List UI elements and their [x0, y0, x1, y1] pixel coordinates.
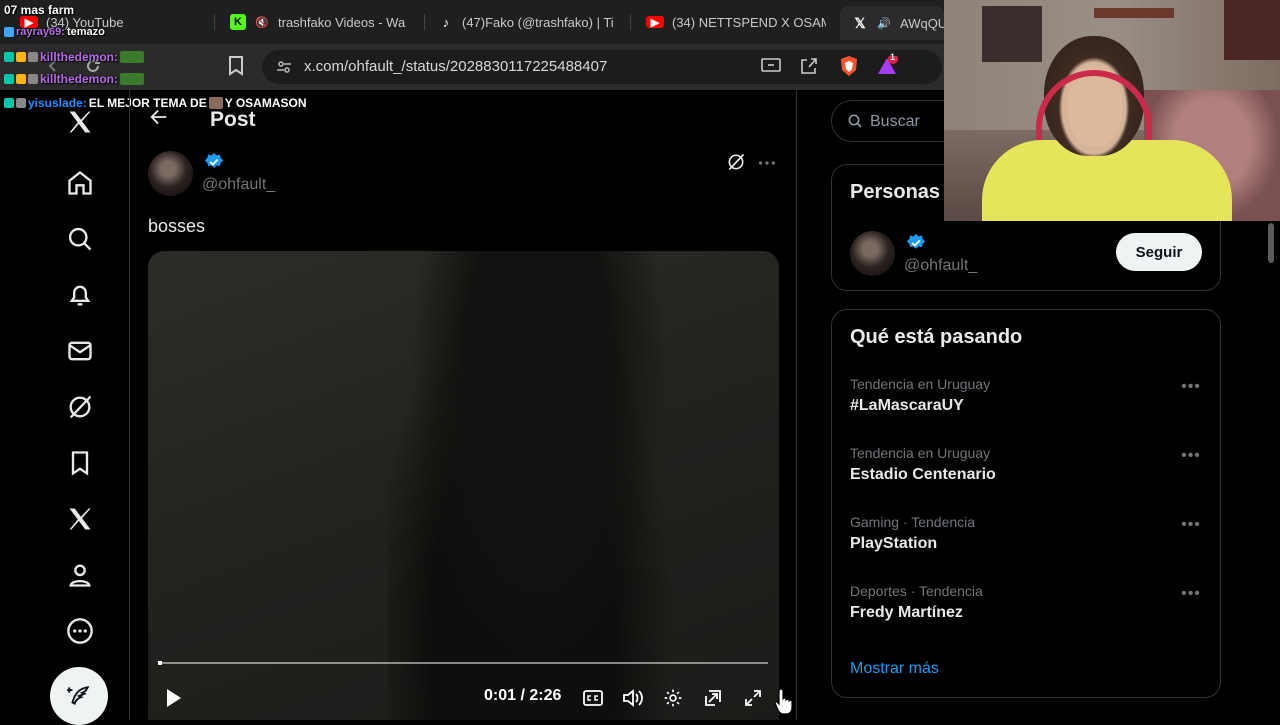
video-duration: 2:26 [529, 687, 562, 704]
youtube-icon: ▶ [646, 16, 664, 29]
brave-shield-icon[interactable] [838, 55, 860, 77]
scrollbar-thumb[interactable] [1268, 223, 1274, 263]
video-time: 0:01 / 2:26 [484, 687, 561, 705]
show-more-link[interactable]: Mostrar más [850, 660, 939, 678]
search-placeholder: Buscar [870, 113, 920, 130]
feather-icon [67, 686, 90, 705]
trend-category: Tendencia en Uruguay [850, 376, 991, 392]
follow-button[interactable]: Seguir [1116, 233, 1202, 271]
left-navigation [0, 90, 130, 725]
tab-title: AWqQU [900, 15, 944, 31]
trend-item[interactable]: Gaming · Tendencia PlayStation ••• [850, 514, 1210, 564]
reload-icon[interactable] [82, 55, 104, 77]
webcam-overlay [944, 0, 1280, 221]
tab-separator [424, 14, 425, 30]
tab-separator [630, 14, 631, 30]
browser-tab-youtube[interactable]: ▶ (34) YouTube [20, 10, 210, 34]
install-app-icon[interactable] [760, 55, 782, 77]
tab-title: trashfako Videos - Wa [278, 14, 406, 30]
site-info-icon[interactable] [276, 59, 292, 80]
more-options-icon[interactable]: ••• [1180, 378, 1202, 398]
trend-category: Tendencia en Uruguay [850, 445, 991, 461]
notification-count: 1 [890, 52, 896, 62]
video-progress-fill [158, 661, 163, 665]
more-options-icon[interactable]: ••• [1180, 516, 1202, 536]
kick-icon: K [230, 14, 246, 30]
video-progress-bar[interactable] [158, 661, 768, 665]
browser-tab-x-active[interactable]: 𝕏 🔊 AWqQU [840, 6, 944, 40]
video-player[interactable]: 0:01 / 2:26 [148, 251, 779, 720]
back-icon[interactable] [42, 55, 64, 77]
captions-icon[interactable] [580, 685, 606, 711]
bookmark-page-icon[interactable] [225, 55, 247, 77]
more-options-icon[interactable]: ••• [1180, 585, 1202, 605]
trend-category: Deportes · Tendencia [850, 583, 983, 599]
suggested-user-avatar[interactable] [850, 231, 895, 276]
explore-icon[interactable] [62, 221, 98, 257]
video-frame [388, 251, 688, 720]
search-icon [847, 113, 863, 134]
tab-separator [214, 14, 215, 30]
page-scrollbar[interactable] [1266, 221, 1276, 720]
messages-icon[interactable] [62, 333, 98, 369]
author-avatar[interactable] [148, 151, 193, 196]
video-current-time: 0:01 [484, 687, 517, 704]
trend-item[interactable]: Deportes · Tendencia Fredy Martínez ••• [850, 583, 1210, 633]
premium-icon[interactable] [62, 501, 98, 537]
bookmarks-icon[interactable] [62, 445, 98, 481]
trend-category: Gaming · Tendencia [850, 514, 976, 530]
trend-item[interactable]: Tendencia en Uruguay Estadio Centenario … [850, 445, 1210, 495]
browser-tab-tiktok[interactable]: ♪ (47)Fako (@trashfako) | Ti [438, 10, 620, 34]
card-title: Personas [850, 181, 941, 203]
more-options-icon[interactable] [756, 152, 780, 176]
more-icon[interactable] [62, 613, 98, 649]
youtube-icon: ▶ [20, 16, 38, 29]
more-options-icon[interactable]: ••• [1180, 447, 1202, 467]
page-title: Post [210, 108, 256, 131]
trend-name: Estadio Centenario [850, 466, 996, 483]
tab-title: (47)Fako (@trashfako) | Ti [462, 14, 614, 30]
author-handle[interactable]: @ohfault_ [202, 176, 275, 194]
home-icon[interactable] [62, 165, 98, 201]
grok-icon[interactable] [726, 152, 750, 176]
trend-item[interactable]: Tendencia en Uruguay #LaMascaraUY ••• [850, 376, 1210, 426]
post-text: bosses [148, 216, 206, 236]
suggested-user-handle[interactable]: @ohfault_ [904, 257, 977, 275]
url-text: x.com/ohfault_/status/202883011722548840… [304, 58, 608, 75]
card-title: Qué está pasando [850, 326, 1023, 348]
profile-icon[interactable] [62, 557, 98, 593]
browser-tab-youtube-2[interactable]: ▶ (34) NETTSPEND X OSAM [646, 10, 826, 34]
speaker-icon[interactable]: 🔊 [876, 15, 892, 31]
wall-shelf [1094, 8, 1174, 18]
back-arrow-icon[interactable] [148, 106, 172, 130]
trend-name: PlayStation [850, 535, 938, 552]
volume-icon[interactable] [620, 685, 646, 711]
tab-title: (34) NETTSPEND X OSAM [672, 14, 826, 30]
hand-cursor-icon [774, 687, 796, 715]
wall-poster [1224, 0, 1280, 60]
compose-post-button[interactable] [50, 667, 108, 725]
trends-card: Qué está pasando Tendencia en Uruguay #L… [831, 309, 1221, 698]
tiktok-icon: ♪ [442, 14, 450, 30]
fullscreen-icon[interactable] [740, 685, 766, 711]
browser-tab-kick[interactable]: K 🔇 trashfako Videos - Wa [230, 10, 420, 34]
verified-badge-icon [204, 152, 224, 172]
grok-icon[interactable] [62, 389, 98, 425]
main-column: Post @ohfault_ bosses 0:01 / 2:26 [130, 90, 797, 720]
settings-gear-icon[interactable] [660, 685, 686, 711]
x-icon: 𝕏 [854, 14, 866, 31]
wall-poster [982, 6, 1042, 62]
x-logo-icon[interactable] [62, 104, 98, 140]
verified-badge-icon [906, 233, 926, 253]
video-time-separator: / [520, 687, 525, 704]
muted-speaker-icon[interactable]: 🔇 [254, 14, 270, 30]
share-icon[interactable] [798, 55, 820, 77]
trend-name: #LaMascaraUY [850, 397, 964, 414]
play-icon[interactable] [160, 685, 186, 711]
trend-name: Fredy Martínez [850, 604, 963, 621]
tab-title: (34) YouTube [46, 14, 124, 30]
brave-rewards-icon[interactable]: 1 [876, 52, 898, 77]
picture-in-picture-icon[interactable] [700, 685, 726, 711]
notifications-icon[interactable] [62, 277, 98, 313]
